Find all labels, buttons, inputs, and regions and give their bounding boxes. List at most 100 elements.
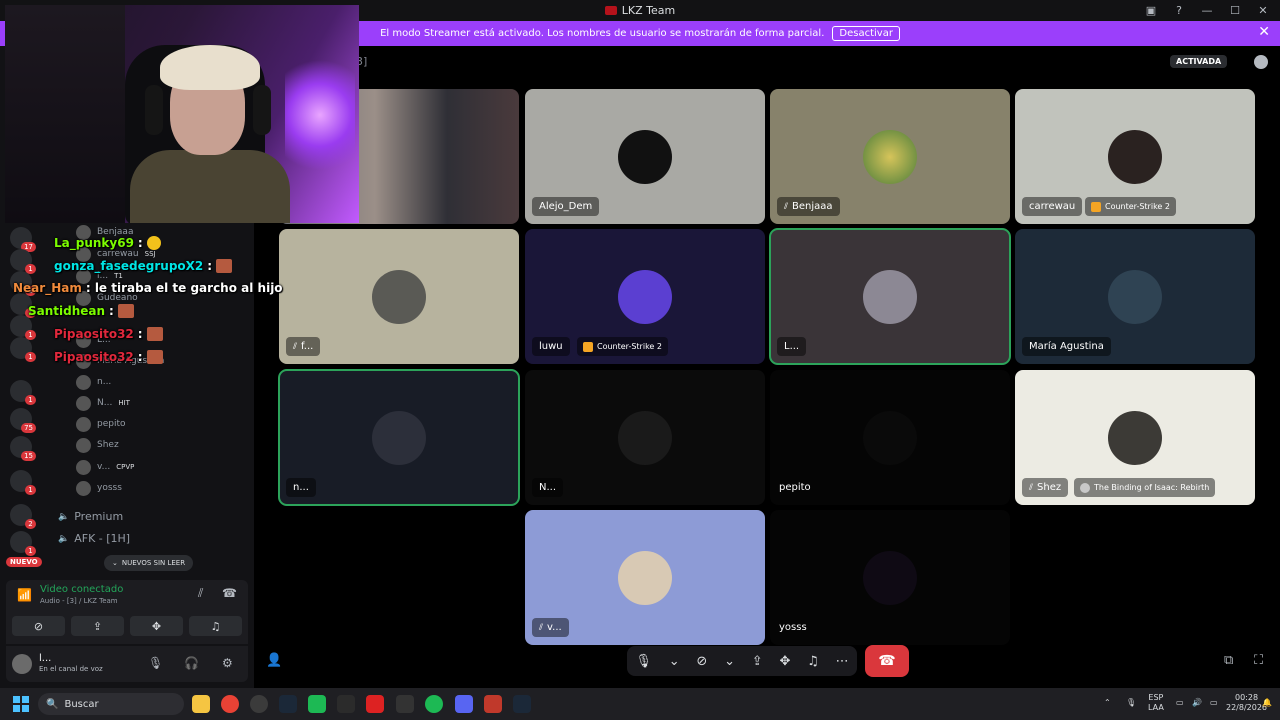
- taskbar-search[interactable]: 🔍 Buscar: [38, 693, 184, 715]
- hang-up-button[interactable]: ☎: [865, 645, 909, 677]
- server-icon[interactable]: 15: [10, 436, 36, 461]
- app-icon[interactable]: [366, 695, 384, 713]
- video-tile[interactable]: yosss: [770, 510, 1010, 645]
- voice-user-item[interactable]: N... HIT: [76, 393, 130, 413]
- app-icon[interactable]: [308, 695, 326, 713]
- app-icon[interactable]: [396, 695, 414, 713]
- close-banner-icon[interactable]: ✕: [1258, 24, 1270, 40]
- voice-channel-path[interactable]: Audio - [3] / LKZ Team: [40, 597, 118, 605]
- steam-icon[interactable]: [279, 695, 297, 713]
- video-tile[interactable]: Alejo_Dem: [525, 89, 765, 224]
- app-icon[interactable]: [337, 695, 355, 713]
- settings-gear-icon[interactable]: ⚙: [222, 656, 233, 670]
- server-icon[interactable]: 1: [10, 380, 36, 405]
- video-tile[interactable]: N...: [525, 370, 765, 505]
- video-tile[interactable]: ⫽ Benjaaa: [770, 89, 1010, 224]
- maximize-button[interactable]: ☐: [1224, 2, 1246, 18]
- server-icon[interactable]: 1: [10, 293, 36, 318]
- avatar[interactable]: [12, 654, 32, 674]
- video-tile[interactable]: María Agustina: [1015, 229, 1255, 364]
- channel-label: AFK - [1H]: [74, 532, 131, 545]
- discord-icon[interactable]: [455, 695, 473, 713]
- screen-share-button[interactable]: ⇪: [71, 616, 124, 636]
- tile-name-text: Shez: [1037, 482, 1062, 493]
- notifications-icon[interactable]: 🔔: [1262, 698, 1272, 708]
- screen-share-icon[interactable]: ⇪: [752, 654, 763, 669]
- voice-user-item[interactable]: n...: [76, 372, 111, 392]
- video-tile[interactable]: carrewau Counter-Strike 2: [1015, 89, 1255, 224]
- camera-toggle-button[interactable]: ⊘: [12, 616, 65, 636]
- popout-icon[interactable]: ⧉: [1224, 653, 1233, 668]
- help-icon[interactable]: ?: [1168, 2, 1190, 18]
- spotify-icon[interactable]: [425, 695, 443, 713]
- video-tile[interactable]: ⫽ v...: [525, 510, 765, 645]
- channel-premium[interactable]: 🔈 Premium: [58, 510, 123, 523]
- language-indicator[interactable]: ESP LAA: [1148, 693, 1164, 713]
- voice-user-item[interactable]: Benjaaa: [76, 222, 133, 242]
- close-button[interactable]: ✕: [1252, 2, 1274, 18]
- voice-user-item[interactable]: yosss: [76, 478, 122, 498]
- video-tile[interactable]: n...: [278, 369, 520, 506]
- microphone-icon[interactable]: 🎙: [1126, 698, 1136, 708]
- voice-user-item[interactable]: l... T1: [76, 266, 123, 286]
- network-icon[interactable]: ▭: [1176, 698, 1184, 708]
- server-icon[interactable]: 1: [10, 249, 36, 274]
- chevron-up-icon[interactable]: ⌃: [1104, 698, 1111, 708]
- file-explorer-icon[interactable]: [192, 695, 210, 713]
- inbox-icon[interactable]: ▣: [1140, 2, 1162, 18]
- voice-user-item[interactable]: carrewau SSJ: [76, 244, 156, 264]
- server-icon[interactable]: 1: [10, 470, 36, 495]
- server-icon[interactable]: 1: [10, 271, 36, 296]
- microphone-icon[interactable]: 🎙: [635, 654, 652, 669]
- channel-afk[interactable]: 🔈 AFK - [1H]: [58, 532, 130, 545]
- app-icon[interactable]: [484, 695, 502, 713]
- server-icon[interactable]: 1: [10, 337, 36, 362]
- tile-name: carrewau: [1022, 197, 1083, 216]
- video-tile[interactable]: L...: [769, 228, 1011, 365]
- chat-bubble-icon[interactable]: [1254, 55, 1268, 69]
- deactivate-streamer-button[interactable]: Desactivar: [832, 26, 900, 41]
- soundboard-button[interactable]: ♫: [189, 616, 242, 636]
- voice-user-item[interactable]: v... CPVP: [76, 457, 134, 477]
- headphones-right: [253, 85, 271, 135]
- camera-off-icon[interactable]: ⊘: [696, 654, 707, 669]
- server-icon[interactable]: 17: [10, 227, 36, 252]
- chrome-icon[interactable]: [221, 695, 239, 713]
- voice-user-item[interactable]: Gudeano: [76, 288, 138, 308]
- voice-user-item[interactable]: Shez: [76, 435, 119, 455]
- new-unread-label: NUEVOS SIN LEER: [121, 559, 186, 567]
- minimize-button[interactable]: —: [1196, 2, 1218, 18]
- avatar: [76, 224, 91, 240]
- app-icon[interactable]: [250, 695, 268, 713]
- soundboard-icon[interactable]: ♫: [807, 654, 819, 669]
- microphone-icon[interactable]: 🎙: [148, 656, 163, 670]
- video-tile[interactable]: luwu Counter-Strike 2: [525, 229, 765, 364]
- invite-icon[interactable]: 👤: [266, 653, 282, 668]
- clock[interactable]: 00:28 22/8/2026: [1226, 693, 1267, 713]
- voice-user-item[interactable]: L...: [76, 330, 111, 350]
- battery-icon[interactable]: ▭: [1210, 698, 1218, 708]
- new-unread-pill[interactable]: ⌄ NUEVOS SIN LEER: [104, 555, 194, 571]
- chevron-down-icon[interactable]: ⌄: [724, 654, 735, 669]
- windows-start-icon[interactable]: [13, 696, 29, 712]
- server-icon[interactable]: 2: [10, 504, 36, 529]
- video-tile[interactable]: ⫽ f...: [279, 229, 519, 364]
- video-tile[interactable]: ⫽ Shez The Binding of Isaac: Rebirth: [1015, 370, 1255, 505]
- steam-icon[interactable]: [513, 695, 531, 713]
- server-icon[interactable]: 75: [10, 408, 36, 433]
- streamer-banner-text: El modo Streamer está activado. Los nomb…: [380, 28, 825, 39]
- server-icon[interactable]: 1: [10, 531, 36, 556]
- server-icon[interactable]: 1: [10, 315, 36, 340]
- fullscreen-icon[interactable]: ⛶: [1254, 653, 1263, 668]
- more-icon[interactable]: ⋯: [836, 654, 849, 669]
- voice-user-item[interactable]: pepito: [76, 414, 126, 434]
- disconnect-icon[interactable]: ☎: [222, 586, 237, 600]
- noise-suppression-icon[interactable]: ⫽: [198, 586, 203, 601]
- headphones-icon[interactable]: 🎧: [184, 656, 199, 670]
- volume-icon[interactable]: 🔊: [1192, 698, 1202, 708]
- activities-icon[interactable]: ✥: [779, 654, 790, 669]
- chevron-down-icon[interactable]: ⌄: [669, 654, 680, 669]
- voice-user-item[interactable]: María Agustina: [76, 351, 164, 371]
- video-tile[interactable]: pepito: [770, 370, 1010, 505]
- activities-button[interactable]: ✥: [130, 616, 183, 636]
